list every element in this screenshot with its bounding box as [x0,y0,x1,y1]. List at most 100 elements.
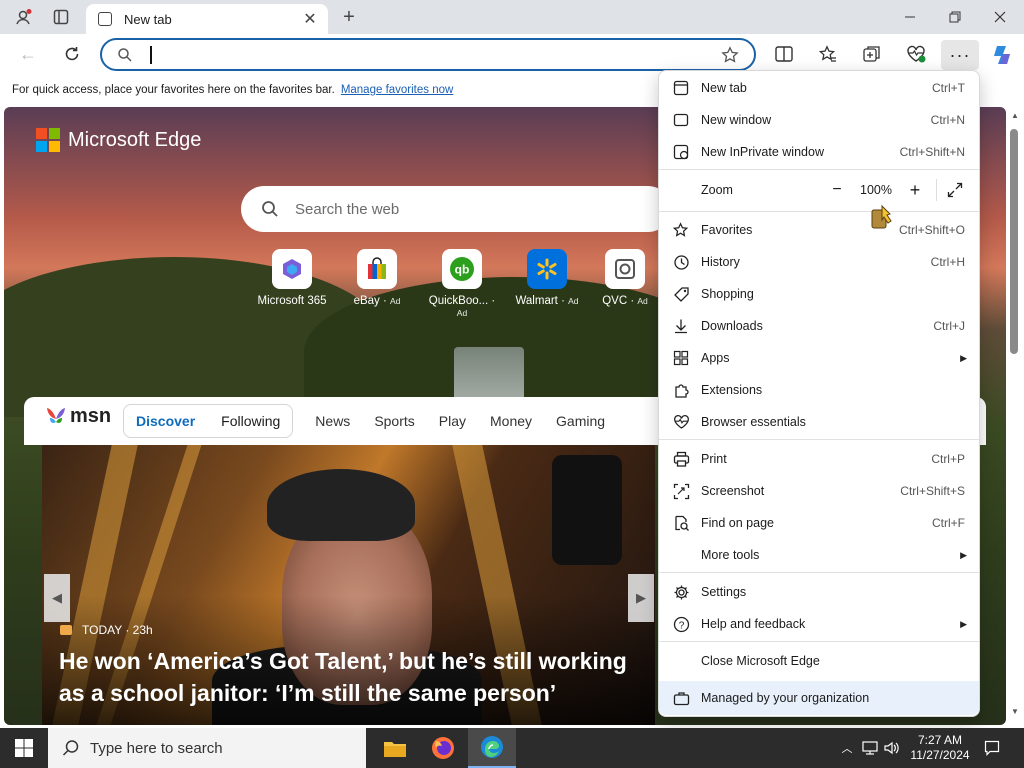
msn-butterfly-icon [47,408,65,423]
menu-item-new-window[interactable]: New window Ctrl+N [659,105,979,135]
start-button[interactable] [0,728,48,768]
address-bar[interactable] [100,38,756,71]
notifications-icon[interactable] [980,736,1004,760]
tab-money[interactable]: Money [490,413,532,429]
tab-actions-icon[interactable] [50,6,72,28]
menu-item-close-microsoft-edge[interactable]: Close Microsoft Edge [659,646,979,676]
menu-item-print[interactable]: Print Ctrl+P [659,444,979,474]
scroll-up-arrow-icon[interactable]: ▲ [1011,111,1019,120]
stage-light [552,455,622,565]
show-hidden-icons-chevron-icon[interactable]: ︿ [838,736,856,760]
scrollbar-thumb[interactable] [1010,129,1018,354]
menu-item-managed-by-organization[interactable]: Managed by your organization [659,681,979,715]
tab-play[interactable]: Play [439,413,466,429]
quick-link-walmart[interactable]: Walmart · Ad [507,249,587,307]
tab-new-tab[interactable]: New tab ✕ [86,4,328,34]
menu-item-favorites[interactable]: Favorites Ctrl+Shift+O [659,215,979,245]
menu-item-extensions[interactable]: Extensions [659,375,979,405]
zoom-out-button[interactable]: − [826,181,848,199]
scroll-down-arrow-icon[interactable]: ▼ [1011,707,1019,716]
menu-shortcut: Ctrl+Shift+S [900,484,965,498]
new-tab-button[interactable]: + [338,6,360,28]
walmart-spark-icon [527,249,567,289]
network-icon[interactable] [860,736,880,760]
manage-favorites-link[interactable]: Manage favorites now [341,84,454,96]
minimize-button[interactable] [898,6,922,28]
profile-icon[interactable] [12,6,34,28]
taskbar-clock[interactable]: 7:27 AM 11/27/2024 [906,728,974,768]
menu-item-settings[interactable]: Settings [659,577,979,607]
menu-item-shopping[interactable]: Shopping [659,279,979,309]
clock-time: 7:27 AM [917,733,963,747]
collections-icon[interactable] [860,43,884,65]
menu-item-new-inprivate-window[interactable]: New InPrivate window Ctrl+Shift+N [659,137,979,167]
restore-button[interactable] [943,6,967,28]
story-headline[interactable]: He won ‘America’s Got Talent,’ but he’s … [59,645,644,709]
tab-following[interactable]: Following [221,413,280,429]
browser-essentials-icon[interactable] [904,43,928,65]
back-button[interactable]: ← [16,43,40,65]
web-search-box[interactable]: Search the web [241,186,671,232]
quick-link-ebay[interactable]: eBay · Ad [337,249,417,307]
msn-logo[interactable]: msn [44,404,111,428]
copilot-icon[interactable] [990,42,1016,68]
file-explorer-icon[interactable] [372,728,418,768]
menu-shortcut: Ctrl+N [930,113,965,127]
logo-text: Microsoft Edge [68,128,202,151]
search-icon [62,739,80,757]
submenu-arrow-icon: ▶ [960,549,967,560]
menu-item-find-on-page[interactable]: Find on page Ctrl+F [659,508,979,538]
close-tab-icon[interactable]: ✕ [300,9,320,29]
printer-icon [671,449,691,469]
split-screen-icon[interactable] [772,43,796,65]
favorites-icon[interactable] [816,43,840,65]
svg-text:qb: qb [455,263,470,277]
menu-shortcut: Ctrl+T [932,81,965,95]
menu-item-history[interactable]: History Ctrl+H [659,247,979,277]
carousel-previous-button[interactable]: ◀ [44,574,70,622]
history-icon [671,252,691,272]
zoom-in-button[interactable]: + [904,180,926,201]
quick-link-microsoft-365[interactable]: Microsoft 365 [252,249,332,307]
today-logo-icon [60,625,72,635]
settings-and-more-button[interactable]: ··· [941,40,979,70]
submenu-arrow-icon: ▶ [960,352,967,363]
tab-discover[interactable]: Discover [136,413,195,429]
fullscreen-icon[interactable] [947,182,969,198]
firefox-icon[interactable] [420,728,466,768]
volume-icon[interactable] [882,736,902,760]
taskbar-search-box[interactable]: Type here to search [48,728,366,768]
screenshot-icon [671,481,691,501]
refresh-button[interactable] [60,43,84,65]
tab-sports[interactable]: Sports [374,413,414,429]
menu-label: New InPrivate window [701,145,824,159]
briefcase-icon [671,688,691,708]
menu-item-screenshot[interactable]: Screenshot Ctrl+Shift+S [659,476,979,506]
tag-icon [671,284,691,304]
tile-label: eBay [353,295,380,307]
menu-item-help-and-feedback[interactable]: ? Help and feedback ▶ [659,609,979,639]
heart-pulse-icon [671,412,691,432]
quick-link-quickbooks[interactable]: qb QuickBoo... · Ad [422,249,502,319]
edge-taskbar-icon[interactable] [468,728,516,768]
page-scrollbar[interactable]: ▲ ▼ [1006,107,1024,725]
feed-tab-group: Discover Following [123,404,294,438]
menu-item-more-tools[interactable]: More tools ▶ [659,540,979,570]
tab-title: New tab [124,11,172,27]
search-icon [261,200,279,218]
menu-shortcut: Ctrl+Shift+O [898,223,965,237]
qvc-icon [605,249,645,289]
ebay-bag-icon [357,249,397,289]
tab-news[interactable]: News [315,413,350,429]
carousel-next-button[interactable]: ▶ [628,574,654,622]
quick-link-qvc[interactable]: QVC · Ad [592,249,658,307]
menu-item-apps[interactable]: Apps ▶ [659,343,979,373]
menu-item-new-tab[interactable]: New tab Ctrl+T [659,73,979,103]
menu-item-browser-essentials[interactable]: Browser essentials [659,407,979,437]
add-favorite-star-icon[interactable] [720,45,740,65]
menu-label: Print [701,452,727,466]
menu-item-downloads[interactable]: Downloads Ctrl+J [659,311,979,341]
close-window-button[interactable] [988,6,1012,28]
new-tab-icon [671,78,691,98]
tab-gaming[interactable]: Gaming [556,413,605,429]
